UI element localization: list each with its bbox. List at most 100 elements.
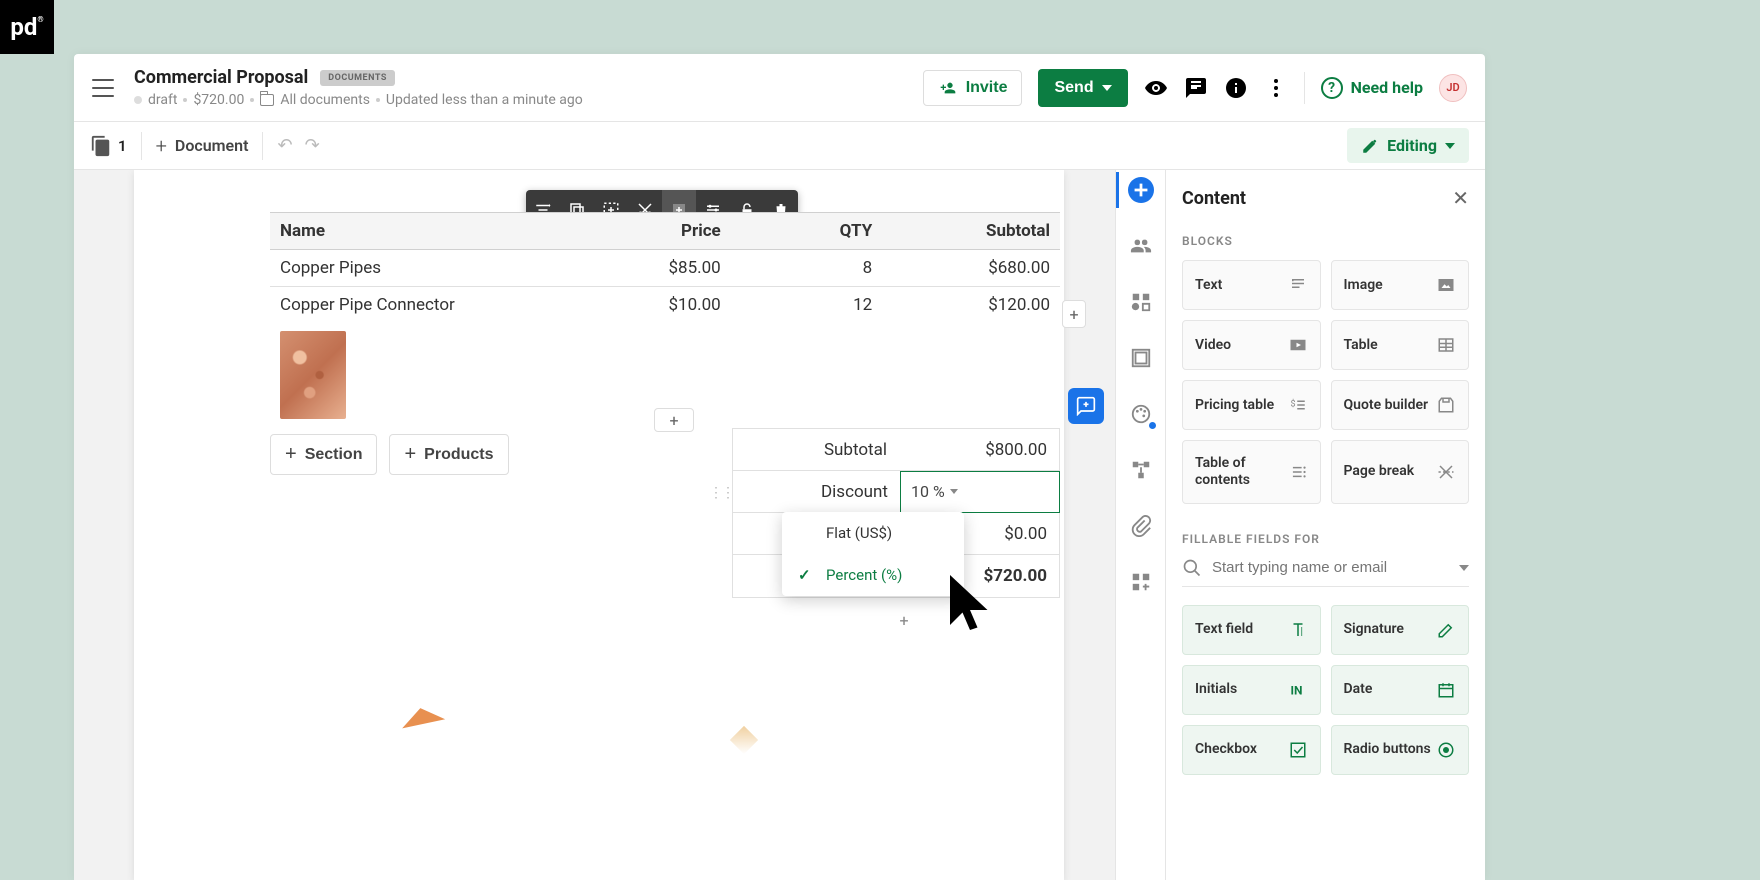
block-table[interactable]: Table	[1331, 320, 1470, 370]
decoration	[490, 778, 512, 800]
tab-variables[interactable]	[1127, 288, 1155, 316]
undo-button[interactable]: ↶	[277, 135, 292, 156]
panel-title: Content	[1182, 188, 1246, 209]
info-icon	[1224, 76, 1248, 100]
caret-down-icon	[950, 489, 958, 494]
add-total-row-button[interactable]: +	[892, 608, 916, 632]
updated-text: Updated less than a minute ago	[386, 92, 583, 108]
block-quote[interactable]: Quote builder	[1331, 380, 1470, 430]
block-pricing[interactable]: Pricing table$	[1182, 380, 1321, 430]
field-initials[interactable]: InitialsIN	[1182, 665, 1321, 715]
add-row-button[interactable]: +	[654, 408, 694, 432]
field-date[interactable]: Date	[1331, 665, 1470, 715]
svg-text:IN: IN	[1290, 683, 1302, 697]
field-checkbox[interactable]: Checkbox	[1182, 725, 1321, 775]
eye-icon	[1144, 76, 1168, 100]
field-radio[interactable]: Radio buttons	[1331, 725, 1470, 775]
add-comment-button[interactable]	[1068, 388, 1104, 424]
plus-icon: +	[156, 134, 167, 158]
discount-label: Discount	[733, 482, 900, 502]
caret-down-icon	[1445, 143, 1455, 149]
folder-icon	[260, 94, 274, 106]
block-toc[interactable]: Table of contents	[1182, 440, 1321, 504]
add-products-button[interactable]: +Products	[389, 434, 508, 475]
dropdown-item-flat[interactable]: Flat (US$)	[782, 512, 964, 554]
tab-apps[interactable]	[1127, 568, 1155, 596]
redo-button[interactable]: ↷	[305, 135, 320, 156]
close-panel-button[interactable]: ✕	[1452, 186, 1469, 210]
table-row[interactable]: Copper Pipes $85.00 8 $680.00	[270, 250, 1060, 287]
col-name[interactable]: Name	[270, 213, 579, 249]
right-panel: Content ✕ BLOCKS Text Image Video Table …	[1115, 170, 1485, 880]
discount-type-dropdown: Flat (US$) Percent (%)	[782, 512, 964, 596]
tab-recipients[interactable]	[1127, 232, 1155, 260]
header: Commercial Proposal DOCUMENTS draft $720…	[74, 54, 1485, 122]
table-row[interactable]: Copper Pipe Connector $10.00 12 $120.00	[270, 287, 1060, 323]
chat-button[interactable]	[1184, 76, 1208, 100]
add-document-button[interactable]: + Document	[156, 134, 249, 158]
invite-button[interactable]: Invite	[923, 70, 1023, 106]
tab-content[interactable]	[1127, 176, 1155, 204]
block-text[interactable]: Text	[1182, 260, 1321, 310]
add-section-button[interactable]: +Section	[270, 434, 377, 475]
block-pagebreak[interactable]: Page break	[1331, 440, 1470, 504]
recipient-input[interactable]	[1212, 559, 1449, 576]
field-signature[interactable]: Signature	[1331, 605, 1470, 655]
fillable-label: FILLABLE FIELDS FOR	[1182, 532, 1469, 546]
toolbar: 1 + Document ↶ ↷ Editing	[74, 122, 1485, 170]
person-add-icon	[938, 80, 958, 96]
field-text[interactable]: Text field	[1182, 605, 1321, 655]
svg-text:$: $	[1290, 399, 1295, 410]
col-subtotal[interactable]: Subtotal	[882, 213, 1060, 249]
info-button[interactable]	[1224, 76, 1248, 100]
block-video[interactable]: Video	[1182, 320, 1321, 370]
status-text: draft	[148, 92, 177, 108]
decoration	[730, 726, 758, 754]
tab-layout[interactable]	[1127, 344, 1155, 372]
tab-design[interactable]	[1127, 400, 1155, 428]
subtotal-value: $800.00	[899, 440, 1059, 460]
more-vert-icon	[1264, 76, 1288, 100]
header-meta: draft $720.00 All documents Updated less…	[134, 92, 923, 108]
blocks-label: BLOCKS	[1182, 234, 1469, 248]
pages-indicator[interactable]: 1	[90, 135, 127, 157]
main-window: Commercial Proposal DOCUMENTS draft $720…	[74, 54, 1485, 880]
tab-workflow[interactable]	[1127, 456, 1155, 484]
discount-type-select[interactable]: 10 %	[900, 471, 1060, 513]
col-price[interactable]: Price	[579, 213, 730, 249]
subtotal-label: Subtotal	[733, 440, 899, 460]
col-qty[interactable]: QTY	[731, 213, 882, 249]
block-image[interactable]: Image	[1331, 260, 1470, 310]
pages-icon	[90, 135, 112, 157]
mode-selector[interactable]: Editing	[1347, 128, 1469, 163]
caret-down-icon	[1102, 85, 1112, 91]
app-logo[interactable]: pd®	[0, 0, 54, 54]
total-text: $720.00	[193, 92, 244, 108]
caret-down-icon	[1459, 565, 1469, 571]
tab-attachments[interactable]	[1127, 512, 1155, 540]
pencil-icon	[1361, 137, 1379, 155]
decoration	[399, 704, 445, 729]
help-button[interactable]: ? Need help	[1321, 77, 1423, 99]
doc-type-badge: DOCUMENTS	[320, 70, 395, 86]
canvas: Name Price QTY Subtotal Copper Pipes $85…	[74, 170, 1115, 880]
send-button[interactable]: Send	[1038, 69, 1127, 107]
recipient-search[interactable]	[1182, 558, 1469, 587]
product-image[interactable]	[280, 331, 346, 419]
add-column-button[interactable]: +	[1062, 300, 1086, 328]
pricing-table[interactable]: Name Price QTY Subtotal Copper Pipes $85…	[270, 212, 1060, 423]
document-page[interactable]: Name Price QTY Subtotal Copper Pipes $85…	[134, 170, 1064, 880]
more-button[interactable]	[1264, 76, 1288, 100]
drag-handle-icon[interactable]: ⋮⋮	[709, 485, 733, 501]
preview-button[interactable]	[1144, 76, 1168, 100]
user-avatar[interactable]: JD	[1439, 74, 1467, 102]
question-icon: ?	[1321, 77, 1343, 99]
page-title: Commercial Proposal	[134, 67, 308, 88]
folder-name[interactable]: All documents	[280, 92, 370, 108]
dropdown-item-percent[interactable]: Percent (%)	[782, 554, 964, 596]
search-icon	[1182, 558, 1202, 578]
chat-icon	[1184, 76, 1208, 100]
decoration	[934, 718, 984, 768]
panel-tabs	[1116, 170, 1166, 880]
menu-icon[interactable]	[92, 79, 114, 97]
